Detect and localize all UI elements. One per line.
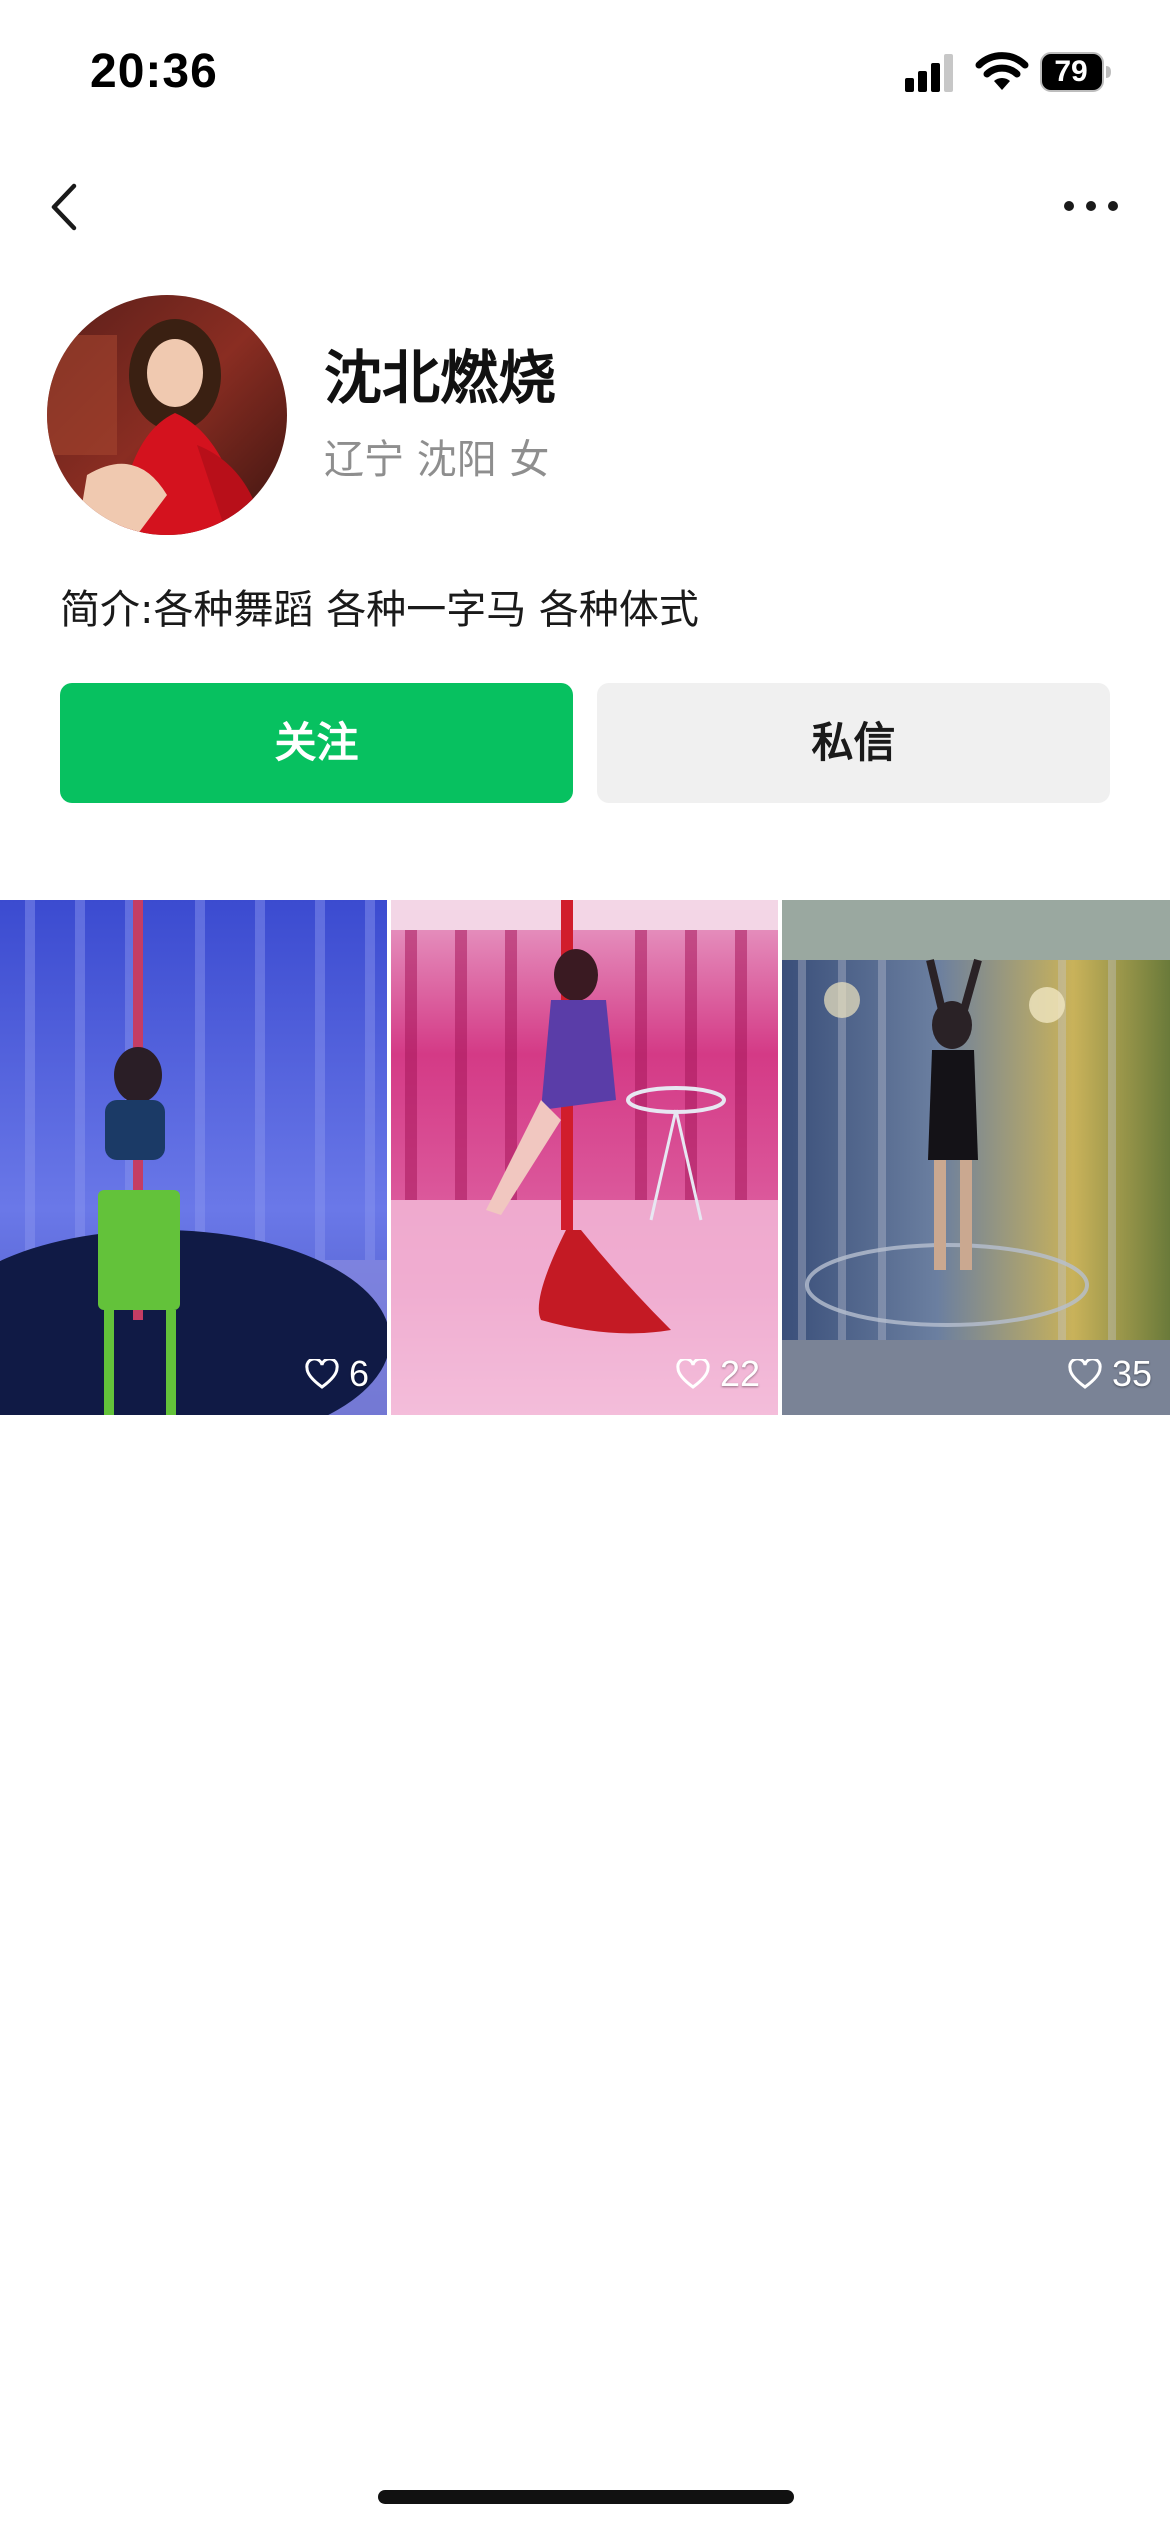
profile-bio: 简介:各种舞蹈 各种一字马 各种体式 <box>60 587 699 633</box>
profile-page: 20:36 79 沈北燃烧 辽宁 沈阳 女 简介:各种舞蹈 各种一字马 各种体式… <box>0 0 1170 2532</box>
heart-icon <box>305 1359 339 1389</box>
post-thumbnail[interactable]: 22 <box>391 900 778 1415</box>
follow-button[interactable]: 关注 <box>60 683 573 803</box>
status-time: 20:36 <box>90 45 218 98</box>
wifi-icon <box>975 52 1029 90</box>
like-count-value: 6 <box>348 1353 369 1394</box>
avatar[interactable] <box>47 295 287 535</box>
profile-location: 辽宁 沈阳 女 <box>324 437 550 483</box>
like-count: 22 <box>676 1351 760 1397</box>
like-count: 35 <box>1068 1351 1152 1397</box>
like-count: 6 <box>305 1351 369 1397</box>
profile-name: 沈北燃烧 <box>324 344 557 412</box>
post-grid: 6 22 35 <box>0 900 1170 1415</box>
like-count-value: 35 <box>1111 1353 1152 1394</box>
heart-icon <box>676 1359 710 1389</box>
post-image <box>782 900 1170 1415</box>
message-button[interactable]: 私信 <box>597 683 1110 803</box>
heart-icon <box>1068 1359 1102 1389</box>
post-thumbnail[interactable]: 6 <box>0 900 387 1415</box>
battery-level: 79 <box>1054 55 1088 88</box>
cellular-signal-icon <box>905 54 953 92</box>
more-icon[interactable] <box>1060 188 1122 224</box>
like-count-value: 22 <box>719 1353 760 1394</box>
post-image <box>0 900 387 1415</box>
back-icon[interactable] <box>40 172 90 242</box>
home-indicator[interactable] <box>378 2490 794 2504</box>
post-image <box>391 900 778 1415</box>
post-thumbnail[interactable]: 35 <box>782 900 1170 1415</box>
